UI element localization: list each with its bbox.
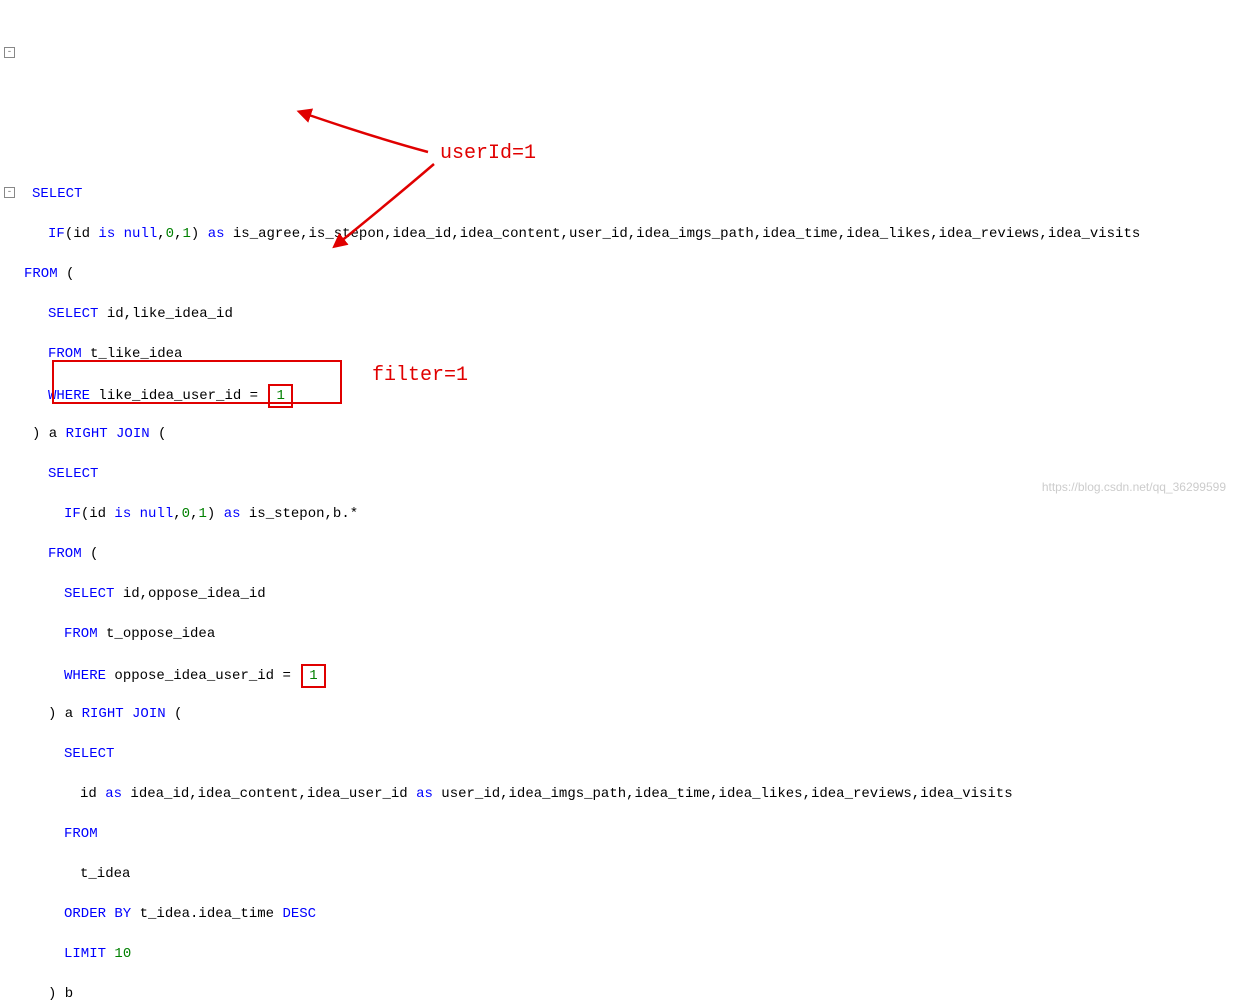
fold-marker[interactable]: -: [4, 47, 15, 58]
code-line: FROM: [8, 824, 1236, 844]
code-line: SELECT id,like_idea_id: [8, 304, 1236, 324]
annotation-filter: filter=1: [372, 366, 468, 386]
code-line: ) b: [8, 984, 1236, 1004]
code-line: ORDER BY t_idea.idea_time DESC: [8, 904, 1236, 924]
code-line: FROM (: [8, 264, 1236, 284]
code-line: WHERE like_idea_user_id = 1: [8, 384, 1236, 404]
code-line: id as idea_id,idea_content,idea_user_id …: [8, 784, 1236, 804]
code-line: IF(id is null,0,1) as is_stepon,b.*: [8, 504, 1236, 524]
code-line: SELECT: [8, 744, 1236, 764]
code-line: t_idea: [8, 864, 1236, 884]
code-line: SELECT id,oppose_idea_id: [8, 584, 1236, 604]
code-line: FROM t_oppose_idea: [8, 624, 1236, 644]
highlight-box-userid-2: 1: [301, 664, 325, 688]
fold-marker[interactable]: -: [4, 187, 15, 198]
code-line: ) a RIGHT JOIN (: [8, 704, 1236, 724]
watermark: https://blog.csdn.net/qq_36299599: [1042, 477, 1226, 497]
code-line: WHERE oppose_idea_user_id = 1: [8, 664, 1236, 684]
highlight-box-userid-1: 1: [268, 384, 292, 408]
code-line: ) a RIGHT JOIN (: [8, 424, 1236, 444]
annotation-userid: userId=1: [440, 144, 536, 164]
arrow-icon: [296, 108, 436, 160]
code-line: IF(id is null,0,1) as is_agree,is_stepon…: [8, 224, 1236, 244]
code-line: FROM t_like_idea: [8, 344, 1236, 364]
code-line: SELECT: [8, 184, 1236, 204]
code-line: LIMIT 10: [8, 944, 1236, 964]
code-line: FROM (: [8, 544, 1236, 564]
